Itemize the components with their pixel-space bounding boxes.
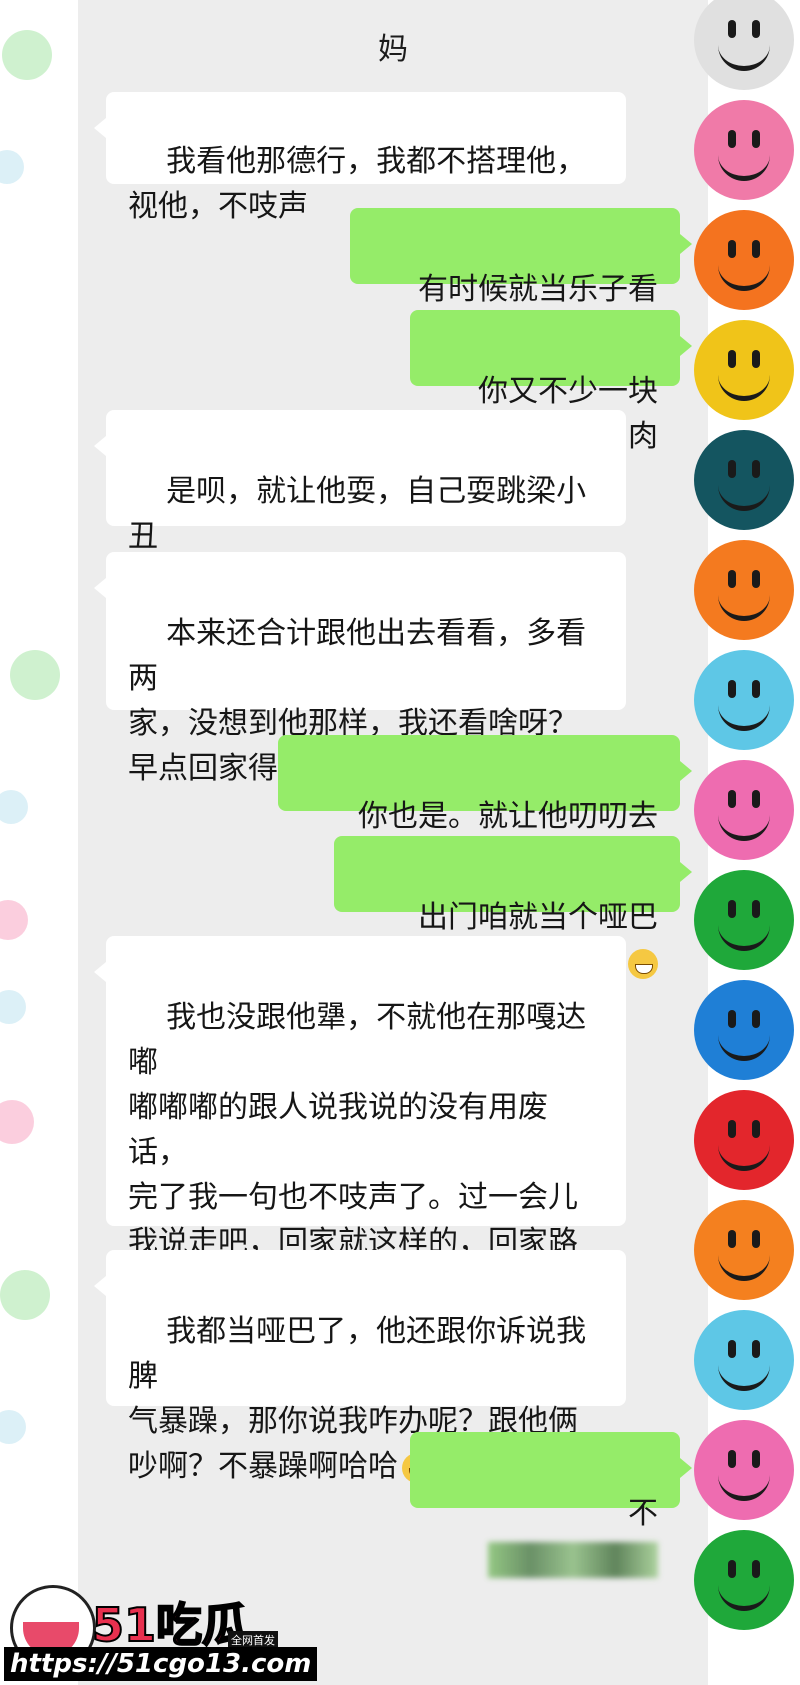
grin-emoji-icon bbox=[628, 948, 658, 979]
chat-window: 妈 我看他那德行，我都不搭理他， 视他，不吱声 有时候就当乐子看呗 你又不少一块… bbox=[78, 0, 708, 1685]
smiley-border bbox=[694, 0, 800, 1685]
message-bubble-outgoing[interactable]: 有时候就当乐子看呗 bbox=[350, 208, 692, 352]
flower-icon bbox=[0, 1270, 50, 1320]
smiley-face-icon bbox=[694, 1420, 794, 1520]
message-bubble-outgoing[interactable]: 不 bbox=[410, 1432, 692, 1578]
flower-icon bbox=[0, 790, 28, 824]
watermark-url: https://51cgo13.com bbox=[4, 1647, 318, 1681]
message-bubble-incoming[interactable]: 我都当哑巴了，他还跟你诉说我脾 气暴躁，那你说我咋办呢？跟他俩 吵啊？不暴躁啊哈… bbox=[94, 1250, 626, 1484]
watermark: 51吃瓜 全网首发 https://51cgo13.com bbox=[0, 1585, 318, 1685]
redacted-text bbox=[488, 1541, 658, 1578]
message-text: 出门咱就当个哑巴 bbox=[418, 900, 658, 935]
flower-icon bbox=[0, 1410, 26, 1444]
flower-icon bbox=[0, 1100, 34, 1144]
message-bubble-outgoing[interactable]: 出门咱就当个哑巴 bbox=[334, 836, 692, 979]
watermark-brand: 51吃瓜 bbox=[91, 1597, 249, 1653]
smiley-face-icon bbox=[694, 870, 794, 970]
smiley-face-icon bbox=[694, 540, 794, 640]
message-bubble-incoming[interactable]: 是呗，就让他耍，自己耍跳梁小丑 似的，他自己考虑去 bbox=[94, 410, 626, 599]
smiley-face-icon bbox=[694, 320, 794, 420]
chat-title: 妈 bbox=[378, 32, 408, 67]
message-bubble-incoming[interactable]: 我也没跟他犟，不就他在那嘎达嘟 嘟嘟嘟的跟人说我说的没有用废话， 完了我一句也不… bbox=[94, 936, 626, 1350]
message-bubble-incoming[interactable]: 本来还合计跟他出去看看，多看两 家，没想到他那样，我还看啥呀？ 早点回家得了，省… bbox=[94, 552, 626, 786]
smiley-face-icon bbox=[694, 430, 794, 530]
message-text: 不 bbox=[628, 1496, 658, 1531]
flower-icon bbox=[0, 990, 26, 1024]
smiley-face-icon bbox=[694, 1310, 794, 1410]
smiley-face-icon bbox=[694, 760, 794, 860]
smiley-face-icon bbox=[694, 980, 794, 1080]
message-bubble-outgoing[interactable]: 你也是。就让他叨叨去呗 bbox=[278, 735, 692, 879]
message-bubble-outgoing[interactable]: 你又不少一块肉 bbox=[410, 310, 692, 454]
smiley-face-icon bbox=[694, 1530, 794, 1630]
message-bubble-incoming[interactable]: 我看他那德行，我都不搭理他， 视他，不吱声 bbox=[94, 92, 626, 224]
flower-border bbox=[0, 0, 70, 1685]
smiley-face-icon bbox=[694, 210, 794, 310]
flower-icon bbox=[0, 900, 28, 940]
smiley-face-icon bbox=[694, 650, 794, 750]
smiley-face-icon bbox=[694, 1200, 794, 1300]
smiley-face-icon bbox=[694, 1090, 794, 1190]
flower-icon bbox=[10, 650, 60, 700]
flower-icon bbox=[2, 30, 52, 80]
smiley-face-icon bbox=[694, 0, 794, 90]
smiley-face-icon bbox=[694, 100, 794, 200]
flower-icon bbox=[0, 150, 24, 184]
